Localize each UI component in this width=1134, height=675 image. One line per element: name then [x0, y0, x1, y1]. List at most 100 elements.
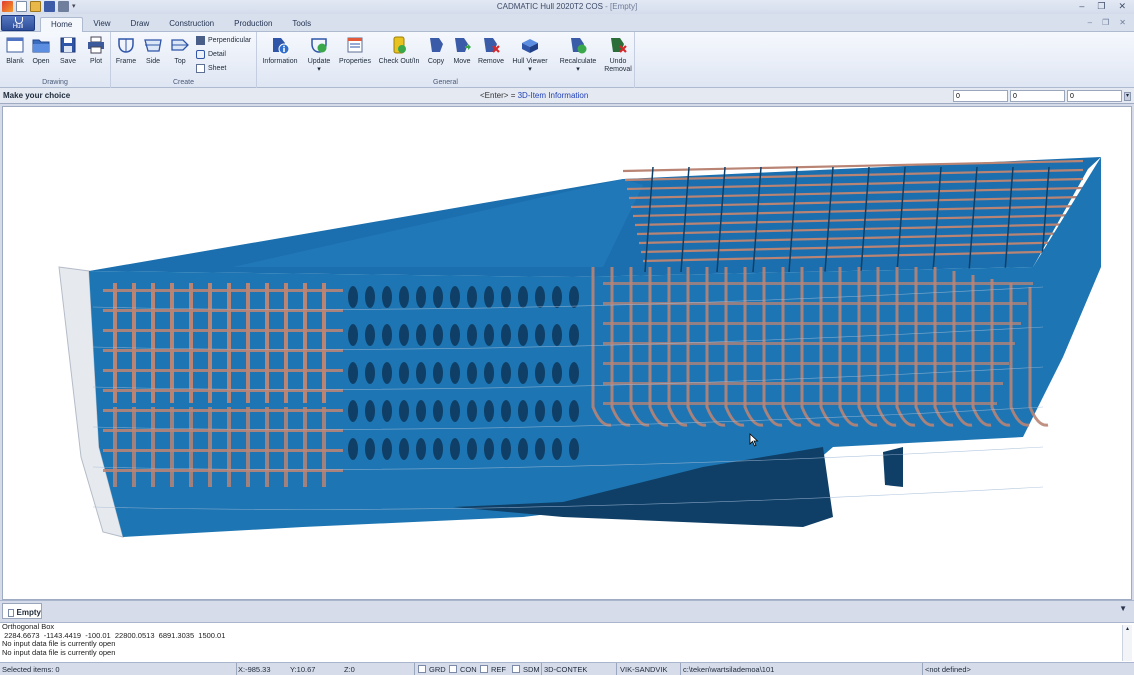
detail-button[interactable]: Detail: [196, 50, 226, 59]
mdi-restore-icon[interactable]: ❐: [1102, 18, 1109, 27]
frame-web: [265, 407, 269, 487]
blank-button[interactable]: Blank: [3, 35, 27, 66]
coord-x-input[interactable]: [953, 90, 1008, 102]
open-button[interactable]: Open: [29, 35, 53, 66]
con-checkbox[interactable]: [449, 665, 457, 673]
lightening-hole: [552, 438, 562, 460]
tab-draw[interactable]: Draw: [121, 17, 160, 32]
perpendicular-button[interactable]: Perpendicular: [196, 36, 251, 45]
ref-label: REF: [491, 665, 506, 674]
recalculate-dropdown-icon[interactable]: ▾: [576, 66, 580, 73]
application-button-label: Hull: [12, 24, 24, 30]
coord-y-input[interactable]: [1010, 90, 1065, 102]
check-out-in-button[interactable]: Check Out/In: [376, 35, 422, 66]
save-button[interactable]: Save: [56, 35, 80, 66]
save-disk-icon: [60, 37, 76, 53]
prompt-hint-link[interactable]: 3D-Item Information: [518, 91, 589, 100]
lightening-hole: [433, 286, 443, 308]
ref-checkbox[interactable]: [480, 665, 488, 673]
lightening-hole: [501, 286, 511, 308]
lightening-hole: [365, 286, 375, 308]
copy-button[interactable]: Copy: [424, 35, 448, 66]
grd-checkbox[interactable]: [418, 665, 426, 673]
lightening-hole: [535, 324, 545, 346]
tab-construction[interactable]: Construction: [159, 17, 224, 32]
mdi-close-icon[interactable]: ✕: [1119, 18, 1126, 27]
project-indicator: VIK-SANDVIK: [620, 665, 668, 674]
lightening-hole: [382, 438, 392, 460]
document-tab-empty[interactable]: Empty: [2, 603, 42, 619]
prompt-expand-icon[interactable]: ▾: [1124, 92, 1131, 101]
lightening-hole: [450, 324, 460, 346]
sheet-button[interactable]: Sheet: [196, 64, 226, 73]
close-icon[interactable]: ✕: [1118, 1, 1126, 12]
properties-label: Properties: [339, 58, 371, 65]
undo-removal-button[interactable]: Undo Removal: [601, 35, 635, 74]
side-button[interactable]: Side: [141, 35, 165, 66]
3d-viewport[interactable]: [2, 106, 1132, 600]
hull-logo-icon: [15, 17, 23, 24]
lightening-hole: [450, 362, 460, 384]
lightening-hole: [416, 324, 426, 346]
window-doc-name: - [Empty]: [602, 2, 638, 11]
recalculate-icon: [571, 38, 587, 54]
frame-web: [284, 283, 288, 403]
tab-production[interactable]: Production: [224, 17, 282, 32]
restore-icon[interactable]: ❐: [1097, 1, 1105, 12]
toggle-sdm[interactable]: SDM: [512, 665, 540, 674]
hull-3d-model[interactable]: [3, 107, 1132, 600]
application-button[interactable]: Hull: [1, 15, 35, 31]
remove-icon: [484, 38, 500, 53]
log-scrollbar[interactable]: ▴: [1122, 625, 1132, 661]
top-button[interactable]: Top: [168, 35, 192, 66]
mdi-minimize-icon[interactable]: –: [1088, 18, 1092, 27]
toggle-grd[interactable]: GRD: [418, 665, 446, 674]
frame-web: [208, 283, 212, 403]
lightening-hole: [348, 324, 358, 346]
recalculate-label: Recalculate: [559, 58, 597, 65]
tab-list-dropdown-icon[interactable]: ▼: [1119, 604, 1127, 613]
information-button[interactable]: Information: [259, 35, 301, 66]
coord-z-input[interactable]: [1067, 90, 1122, 102]
tab-home[interactable]: Home: [40, 17, 84, 32]
copy-icon: [430, 38, 443, 52]
side-view-icon: [144, 39, 162, 52]
toggle-con[interactable]: CON: [449, 665, 477, 674]
cursor-x-readout: X:-985.33: [238, 665, 271, 674]
lightening-hole: [518, 400, 528, 422]
toggle-ref[interactable]: REF: [480, 665, 506, 674]
scroll-up-icon[interactable]: ▴: [1123, 625, 1132, 632]
lightening-hole: [450, 286, 460, 308]
frame-web: [189, 407, 193, 487]
lightening-hole: [552, 400, 562, 422]
lightening-hole: [569, 324, 579, 346]
minimize-icon[interactable]: –: [1079, 1, 1084, 12]
lightening-hole: [552, 286, 562, 308]
frame-button[interactable]: Frame: [114, 35, 138, 66]
plot-button[interactable]: Plot: [84, 35, 108, 66]
tab-tools[interactable]: Tools: [282, 17, 321, 32]
output-log[interactable]: Orthogonal Box 2284.6673 -1143.4419 -100…: [0, 622, 1134, 662]
hull-viewer-dropdown-icon[interactable]: ▾: [528, 66, 532, 73]
hull-viewer-button[interactable]: Hull Viewer ▾: [510, 35, 550, 74]
update-dropdown-icon[interactable]: ▾: [317, 66, 321, 73]
recalculate-button[interactable]: Recalculate ▾: [557, 35, 599, 74]
grd-label: GRD: [429, 665, 446, 674]
lightening-hole: [501, 400, 511, 422]
log-line: No input data file is currently open: [2, 639, 116, 649]
prompt-hint: <Enter> = 3D-Item Information: [480, 91, 588, 100]
blank-label: Blank: [6, 58, 24, 65]
properties-button[interactable]: Properties: [337, 35, 373, 66]
lightening-hole: [365, 438, 375, 460]
move-button[interactable]: Move: [450, 35, 474, 66]
lightening-hole: [518, 286, 528, 308]
sdm-checkbox[interactable]: [512, 665, 520, 673]
tab-view[interactable]: View: [83, 17, 120, 32]
ribbon-tabs: Home View Draw Construction Production T…: [40, 17, 321, 32]
lightening-hole: [399, 362, 409, 384]
window-title: CADMATIC Hull 2020T2 COS - [Empty]: [0, 2, 1134, 11]
update-button[interactable]: Update ▾: [305, 35, 333, 74]
lightening-hole: [416, 362, 426, 384]
remove-button[interactable]: Remove: [476, 35, 506, 66]
prompt-label: Make your choice: [3, 91, 71, 100]
